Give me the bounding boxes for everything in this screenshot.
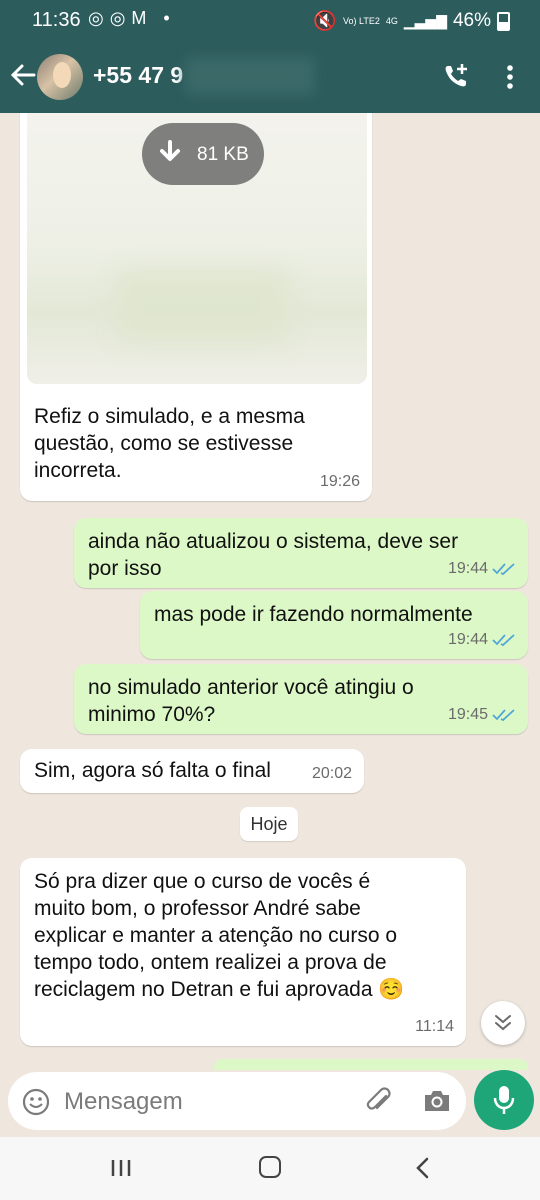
network-label: 4G <box>385 15 398 26</box>
download-icon <box>160 140 180 161</box>
message-composer[interactable]: Mensagem <box>8 1072 466 1130</box>
message-line: mas pode ir fazendo normalmente <box>154 603 473 626</box>
message-line: tempo todo, ontem realizei a prova de <box>34 951 387 974</box>
emoji-icon[interactable] <box>22 1088 50 1116</box>
message-line: explicar e manter a atenção no curso o <box>34 924 398 947</box>
status-bar: 11:36 ◎◎M • 🔇 Vo) LTE2 4G ▁▃▅▇ 46% <box>0 0 540 40</box>
message-meta: 19:44 <box>448 555 516 582</box>
nav-back-icon[interactable] <box>414 1157 432 1179</box>
message-meta: 20:02 <box>312 760 352 787</box>
scroll-to-bottom-button[interactable] <box>481 1001 525 1045</box>
system-nav-bar <box>0 1137 540 1200</box>
message-line: Sim, agora só falta o final <box>34 759 271 782</box>
double-check-icon <box>492 562 515 575</box>
outgoing-message[interactable]: no simulado anterior você atingiu o mini… <box>74 664 528 734</box>
message-line: muito bom, o professor André sabe <box>34 897 361 920</box>
attachment-size: 81 KB <box>197 144 249 165</box>
battery-icon <box>497 11 510 31</box>
next-message-edge <box>214 1059 528 1070</box>
message-time: 19:44 <box>447 631 488 648</box>
message-time: 19:26 <box>319 473 360 490</box>
battery-text: 46% <box>452 10 491 31</box>
contact-name[interactable]: +55 47 9 <box>93 62 183 89</box>
status-time: 11:36 <box>32 9 81 31</box>
voice-message-button[interactable] <box>474 1070 534 1130</box>
message-meta: 19:45 <box>448 701 516 728</box>
outgoing-message[interactable]: mas pode ir fazendo normalmente 19:44 <box>140 591 528 659</box>
recent-apps-icon[interactable] <box>110 1159 132 1177</box>
message-line: reciclagem no Detran e fui aprovada ☺️ <box>34 978 405 1001</box>
message-line: minimo 70%? <box>88 703 216 726</box>
message-time: 20:02 <box>311 765 352 782</box>
avatar[interactable] <box>37 54 83 100</box>
volte-label: Vo) LTE2 <box>343 15 380 26</box>
more-vert-icon[interactable] <box>505 64 515 90</box>
message-meta: 19:26 <box>320 468 360 495</box>
message-line: Só pra dizer que o curso de vocês é <box>34 870 371 893</box>
notification-icons: ◎◎M • <box>88 8 176 28</box>
camera-icon[interactable] <box>422 1088 452 1114</box>
message-time: 19:44 <box>447 560 488 577</box>
mic-icon <box>493 1086 515 1114</box>
incoming-media-message[interactable]: 81 KB Refiz o simulado, e a mesma questã… <box>20 113 372 501</box>
message-line: por isso <box>88 557 162 580</box>
status-right: 🔇 Vo) LTE2 4G ▁▃▅▇ 46% <box>313 9 510 33</box>
message-meta: 19:44 <box>448 626 516 653</box>
redacted-number <box>185 57 315 95</box>
message-time: 19:45 <box>447 706 488 723</box>
message-line: incorreta. <box>34 459 122 482</box>
download-button[interactable]: 81 KB <box>142 123 264 185</box>
message-line: ainda não atualizou o sistema, deve ser <box>88 530 459 553</box>
message-line: questão, como se estivesse <box>34 432 294 455</box>
message-meta: 11:14 <box>415 1013 454 1040</box>
outgoing-message[interactable]: ainda não atualizou o sistema, deve ser … <box>74 518 528 588</box>
double-check-icon <box>492 708 515 721</box>
back-arrow-icon[interactable] <box>10 62 36 93</box>
message-input[interactable]: Mensagem <box>64 1088 183 1116</box>
incoming-message[interactable]: Sim, agora só falta o final 20:02 <box>20 749 364 793</box>
chat-header: +55 47 9 <box>0 40 540 113</box>
add-call-icon[interactable] <box>442 62 470 90</box>
message-line: no simulado anterior você atingiu o <box>88 676 414 699</box>
incoming-message[interactable]: Só pra dizer que o curso de vocês é muit… <box>20 858 466 1046</box>
message-time: 11:14 <box>415 1018 454 1035</box>
double-check-icon <box>492 633 515 646</box>
date-separator: Hoje <box>240 807 298 841</box>
chevron-down-icon <box>495 1015 511 1031</box>
mute-icon: 🔇 <box>313 11 338 32</box>
home-icon[interactable] <box>259 1156 281 1178</box>
blurred-image-preview[interactable]: 81 KB <box>27 113 367 384</box>
message-line: Refiz o simulado, e a mesma <box>34 405 305 428</box>
chat-area[interactable]: 81 KB Refiz o simulado, e a mesma questã… <box>0 113 540 1070</box>
paperclip-icon[interactable] <box>364 1086 394 1116</box>
signal-icon: ▁▃▅▇ <box>403 12 447 29</box>
